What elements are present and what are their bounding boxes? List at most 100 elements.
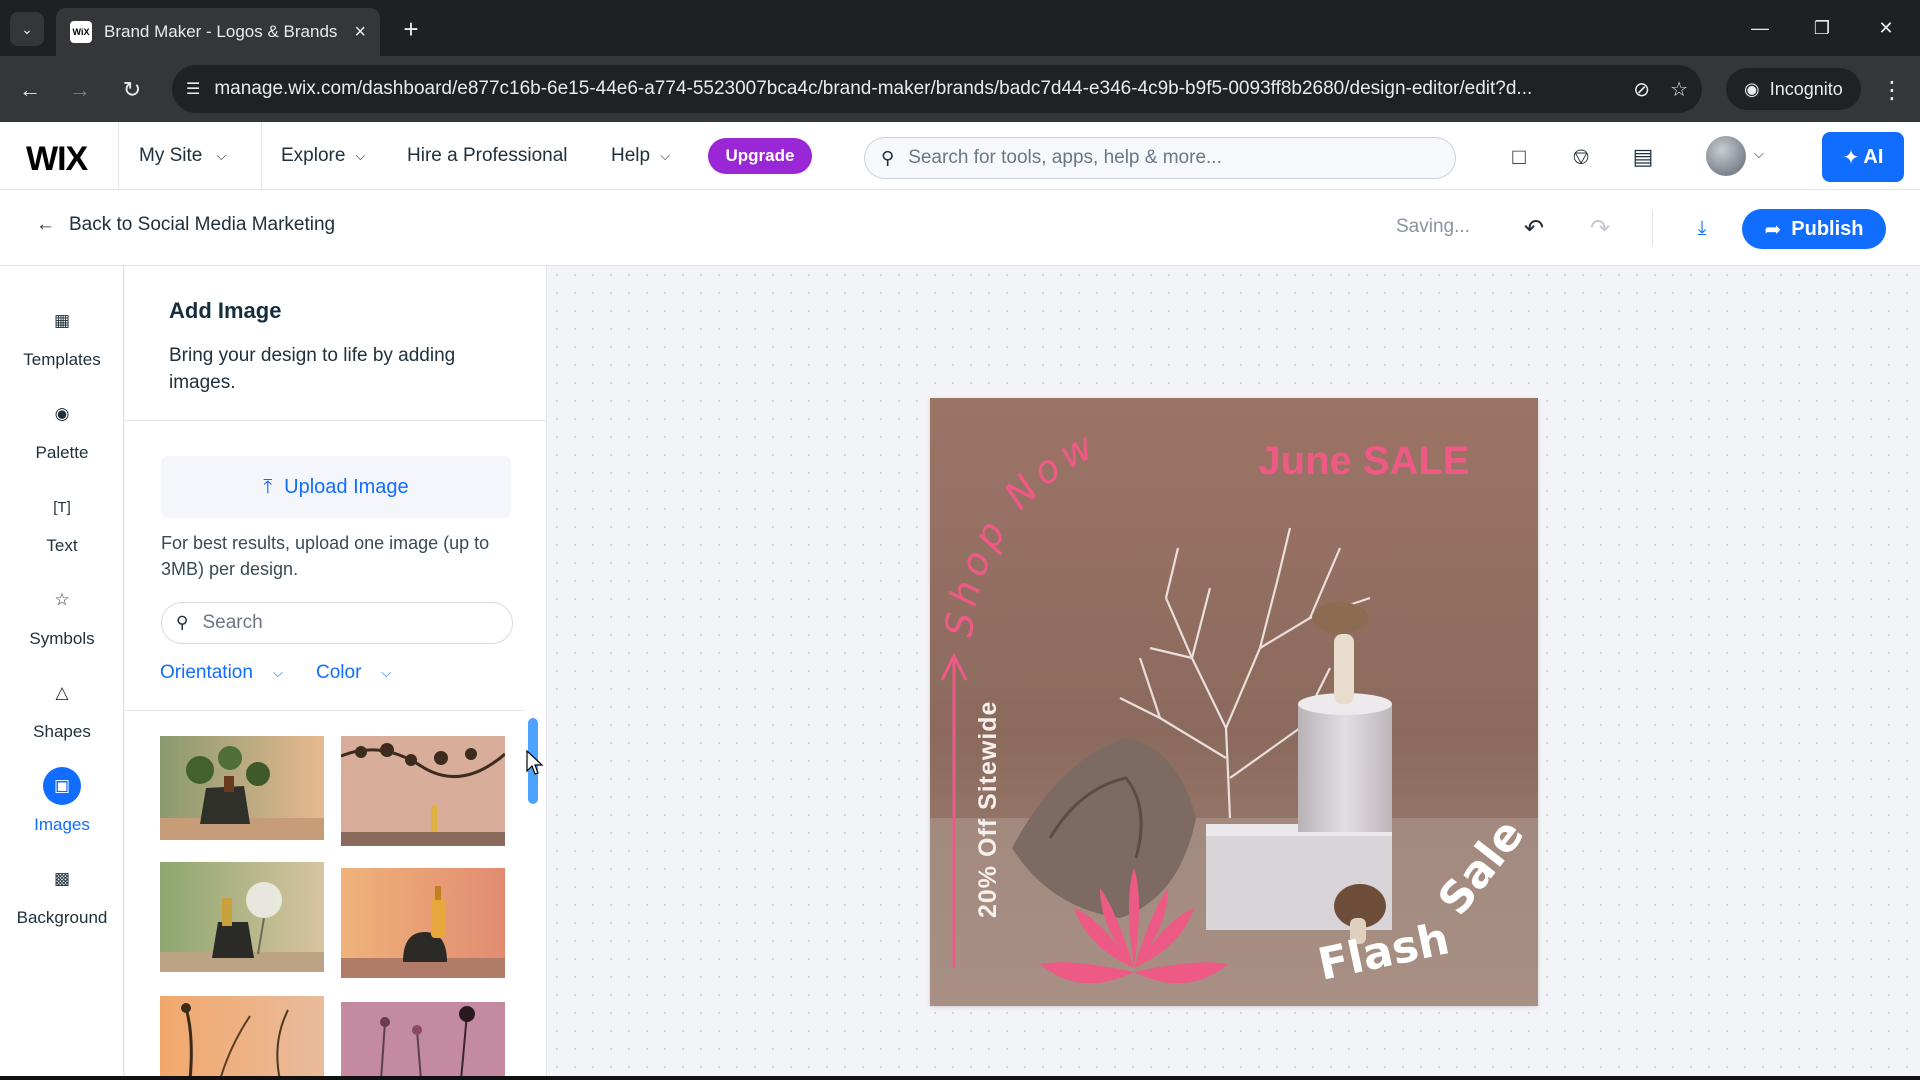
orientation-label: Orientation bbox=[160, 662, 253, 683]
nav-hire-label: Hire a Professional bbox=[407, 145, 568, 166]
my-site-label: My Site bbox=[139, 145, 203, 166]
search-icon: ⚲ bbox=[176, 613, 189, 632]
grass-thumbnail-image bbox=[160, 996, 324, 1080]
palette-icon: ◉ bbox=[54, 404, 70, 423]
chat-icon[interactable]: □ bbox=[1502, 140, 1536, 174]
search-icon: ⚲ bbox=[881, 147, 895, 168]
browser-menu-icon[interactable]: ⋮ bbox=[1874, 72, 1910, 108]
site-info-icon[interactable]: ☰ bbox=[186, 79, 200, 99]
design-artboard[interactable]: June SALE Shop Now 20% Off Sitewide Flas… bbox=[930, 398, 1538, 1006]
rail-item-label: Shapes bbox=[33, 722, 91, 741]
rail-item-text[interactable]: [T] Text bbox=[0, 488, 124, 568]
header-divider bbox=[1652, 210, 1653, 246]
restore-icon[interactable]: ❐ bbox=[1802, 10, 1842, 46]
ai-button[interactable]: ✦ AI bbox=[1822, 132, 1904, 182]
chevron-down-icon[interactable]: ⌵ bbox=[1754, 146, 1764, 162]
branch-thumbnail-image bbox=[341, 736, 505, 846]
redo-icon[interactable]: ↷ bbox=[1582, 210, 1618, 246]
text-icon: [T] bbox=[53, 498, 71, 516]
browser-tab[interactable]: WiX Brand Maker - Logos & Brands × bbox=[56, 8, 380, 56]
plant-vase-thumbnail-image bbox=[160, 736, 324, 840]
rail-item-templates[interactable]: ▦ Templates bbox=[0, 302, 124, 382]
wix-favicon-icon: WiX bbox=[70, 21, 92, 43]
eye-off-icon[interactable]: ⊘ bbox=[1633, 77, 1650, 102]
chevron-down-icon: ⌵ bbox=[660, 148, 670, 163]
rail-item-label: Images bbox=[34, 815, 90, 834]
flowers-thumbnail-image bbox=[341, 1002, 505, 1080]
back-link-label: Back to Social Media Marketing bbox=[69, 214, 336, 235]
chevron-down-icon: ⌵ bbox=[216, 148, 227, 163]
orientation-filter[interactable]: Orientation ⌵ bbox=[160, 662, 283, 684]
shapes-icon: △ bbox=[55, 683, 69, 702]
chevron-down-icon: ⌵ bbox=[355, 148, 366, 163]
nav-help-label: Help bbox=[611, 145, 651, 166]
undo-icon[interactable]: ↶ bbox=[1516, 210, 1552, 246]
image-thumbnail[interactable] bbox=[341, 868, 505, 978]
rail-item-shapes[interactable]: △ Shapes bbox=[0, 674, 124, 754]
rail-item-background[interactable]: ▩ Background bbox=[0, 860, 124, 940]
browser-tab-bar: ⌄ WiX Brand Maker - Logos & Brands × + —… bbox=[0, 0, 1920, 56]
dandelion-thumbnail-image bbox=[160, 862, 324, 972]
tab-close-icon[interactable]: × bbox=[354, 21, 366, 44]
bell-icon[interactable]: ⎊ bbox=[1564, 140, 1598, 174]
new-tab-icon[interactable]: + bbox=[394, 12, 428, 46]
image-thumbnail[interactable] bbox=[160, 996, 324, 1080]
url-text[interactable]: manage.wix.com/dashboard/e877c16b-6e15-4… bbox=[214, 78, 1613, 100]
wix-top-bar: WIX My Site ⌵ Explore ⌵ Hire a Professio… bbox=[0, 122, 1920, 190]
publish-button[interactable]: ➦ Publish bbox=[1742, 209, 1886, 249]
bottom-edge bbox=[0, 1076, 1920, 1080]
nav-explore[interactable]: Explore ⌵ bbox=[281, 122, 365, 190]
nav-help[interactable]: Help ⌵ bbox=[611, 122, 670, 190]
panel-divider bbox=[125, 710, 525, 711]
arrow-left-icon: ← bbox=[36, 214, 55, 235]
image-search-box[interactable]: ⚲ bbox=[161, 602, 513, 644]
wix-search-box[interactable]: ⚲ bbox=[864, 137, 1456, 179]
forward-arrow-icon[interactable]: → bbox=[62, 72, 98, 108]
background-icon: ▩ bbox=[53, 869, 71, 888]
rail-item-label: Palette bbox=[35, 443, 89, 462]
image-thumbnail[interactable] bbox=[341, 736, 505, 846]
bookmark-star-icon[interactable]: ☆ bbox=[1670, 77, 1688, 102]
avatar[interactable] bbox=[1706, 136, 1746, 176]
wix-logo[interactable]: WIX bbox=[26, 140, 88, 179]
rail-item-symbols[interactable]: ☆ Symbols bbox=[0, 581, 124, 661]
upload-image-button[interactable]: ⤒ Upload Image bbox=[161, 456, 511, 518]
incognito-badge[interactable]: ◉ Incognito bbox=[1726, 68, 1861, 110]
side-text[interactable]: 20% Off Sitewide bbox=[974, 701, 1002, 918]
tab-search-icon[interactable]: ⌄ bbox=[10, 12, 44, 46]
sparkle-icon: ✦ bbox=[1842, 146, 1860, 169]
omnibox[interactable]: ☰ manage.wix.com/dashboard/e877c16b-6e15… bbox=[172, 65, 1702, 113]
close-window-icon[interactable]: ✕ bbox=[1866, 10, 1906, 46]
color-label: Color bbox=[316, 662, 362, 683]
share-arrow-icon: ➦ bbox=[1764, 218, 1782, 241]
rail-item-images[interactable]: ▣ Images bbox=[0, 767, 124, 847]
image-thumbnail[interactable] bbox=[341, 1002, 505, 1080]
my-site-dropdown[interactable]: My Site ⌵ bbox=[118, 122, 262, 190]
image-thumbnail[interactable] bbox=[160, 862, 324, 972]
image-thumbnail[interactable] bbox=[160, 736, 324, 840]
reload-icon[interactable]: ↻ bbox=[114, 72, 150, 108]
templates-icon: ▦ bbox=[53, 311, 71, 330]
rail-item-label: Symbols bbox=[29, 629, 95, 648]
color-filter[interactable]: Color ⌵ bbox=[316, 662, 391, 684]
headline-text[interactable]: June SALE bbox=[1258, 439, 1469, 483]
back-link[interactable]: ← Back to Social Media Marketing bbox=[36, 214, 335, 236]
rail-item-palette[interactable]: ◉ Palette bbox=[0, 395, 124, 475]
back-arrow-icon[interactable]: ← bbox=[12, 72, 48, 108]
news-icon[interactable]: ▤ bbox=[1626, 140, 1660, 174]
image-search-input[interactable] bbox=[202, 612, 498, 634]
add-image-panel: Add Image Bring your design to life by a… bbox=[125, 266, 547, 1080]
download-icon[interactable]: ⤓ bbox=[1684, 210, 1720, 246]
save-status: Saving... bbox=[1396, 216, 1470, 237]
publish-label: Publish bbox=[1791, 217, 1864, 240]
ai-label: AI bbox=[1863, 145, 1884, 168]
star-icon: ☆ bbox=[54, 590, 70, 609]
left-rail: ▦ Templates ◉ Palette [T] Text ☆ Symbols… bbox=[0, 266, 124, 1080]
upload-image-label: Upload Image bbox=[284, 475, 409, 498]
minimize-icon[interactable]: — bbox=[1740, 10, 1780, 46]
editor-header: ← Back to Social Media Marketing Saving.… bbox=[0, 190, 1920, 266]
rail-item-label: Background bbox=[16, 908, 108, 927]
upgrade-button[interactable]: Upgrade bbox=[708, 138, 812, 174]
nav-hire-professional[interactable]: Hire a Professional bbox=[407, 122, 568, 190]
wix-search-input[interactable] bbox=[908, 147, 1439, 169]
